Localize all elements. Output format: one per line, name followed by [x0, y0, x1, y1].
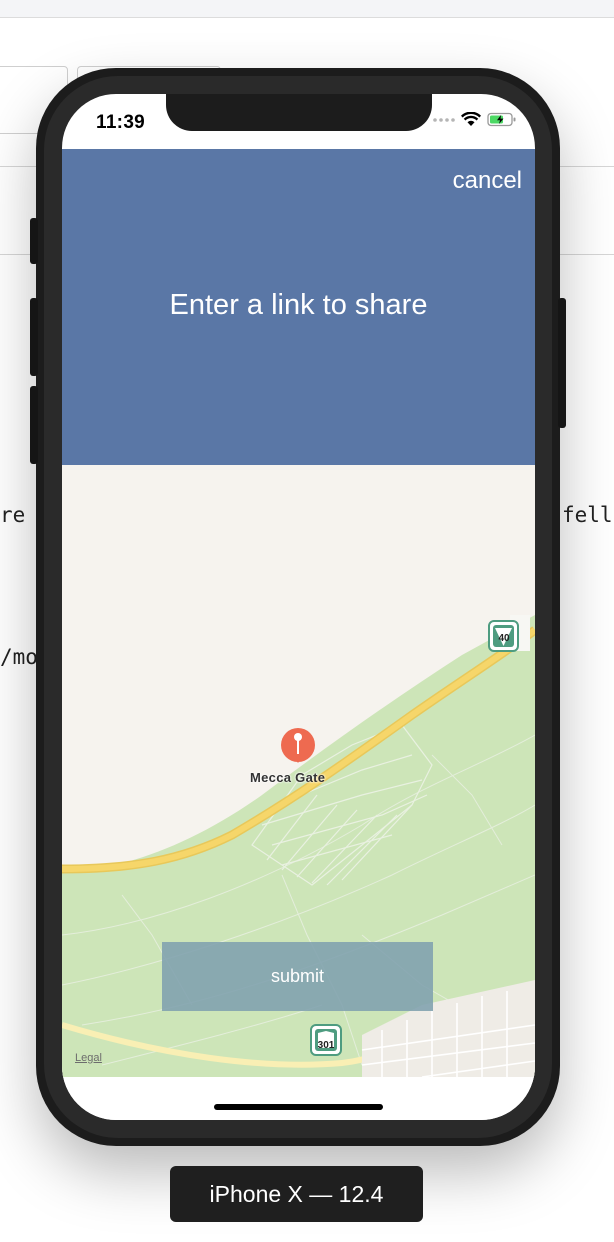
bottom-safe-area [62, 1077, 535, 1120]
side-button [558, 298, 566, 428]
share-link-prompt: Enter a link to share [169, 289, 428, 321]
cancel-button[interactable]: cancel [453, 167, 522, 195]
wifi-icon [461, 112, 481, 126]
volume-up-button [30, 298, 38, 376]
submit-button[interactable]: submit [162, 942, 433, 1011]
background-code-text: fell [562, 503, 613, 527]
route-shield-label: 301 [317, 1040, 335, 1051]
device-screen: 11:39 cancel Enter a link to share Mecca… [62, 94, 535, 1120]
battery-charging-icon [487, 112, 516, 127]
status-time: 11:39 [96, 112, 146, 133]
home-indicator[interactable] [214, 1104, 383, 1110]
simulator-device-label: iPhone X — 12.4 [170, 1166, 423, 1222]
background-code-text: /mo [0, 645, 38, 669]
background-code-text: re [0, 503, 26, 527]
status-icons [433, 112, 517, 127]
notch [166, 94, 432, 131]
signal-dots-icon [433, 117, 455, 122]
share-link-header: cancel Enter a link to share [62, 149, 535, 465]
map-pin-label: Mecca Gate [250, 770, 326, 785]
route-shield-label: 40 [498, 633, 510, 644]
legal-link[interactable]: Legal [75, 1052, 102, 1064]
mute-switch [30, 218, 38, 264]
volume-down-button [30, 386, 38, 464]
background-toolbar [0, 0, 614, 18]
